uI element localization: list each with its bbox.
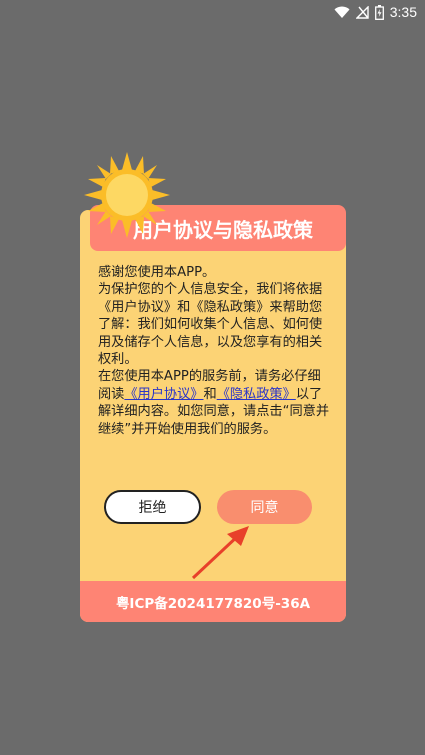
body-intro: 感谢您使用本APP。 — [98, 265, 216, 280]
agree-button[interactable]: 同意 — [217, 490, 312, 524]
user-agreement-link[interactable]: 《用户协议》 — [124, 387, 203, 402]
privacy-policy-link[interactable]: 《隐私政策》 — [217, 387, 296, 402]
battery-icon — [374, 4, 384, 20]
sun-icon — [84, 152, 170, 238]
icp-footer: 粤ICP备2024177820号-36A — [80, 581, 346, 622]
status-icons: 3:35 — [334, 4, 417, 20]
signal-icon — [355, 5, 369, 19]
body-and: 和 — [203, 386, 217, 402]
body-paragraph: 为保护您的个人信息安全，我们将依据《用户协议》和《隐私政策》来帮助您了解：我们如… — [98, 282, 323, 368]
clock: 3:35 — [389, 4, 417, 20]
refuse-button[interactable]: 拒绝 — [104, 490, 201, 524]
wifi-icon — [334, 6, 350, 18]
dialog-body: 感谢您使用本APP。 为保护您的个人信息安全，我们将依据《用户协议》和《隐私政策… — [98, 264, 330, 438]
arrow-icon — [191, 526, 249, 580]
status-bar: 3:35 — [0, 0, 425, 26]
